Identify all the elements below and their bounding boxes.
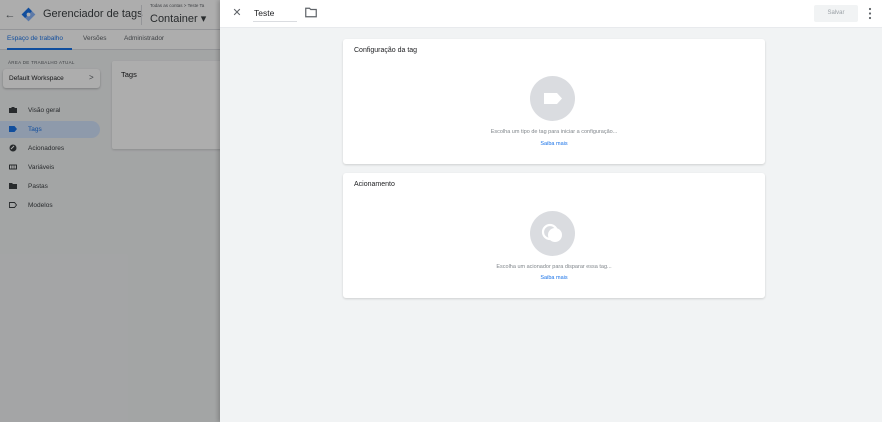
more-vert-icon[interactable] [867,7,873,20]
tag-configuration-learn-more-link[interactable]: Saiba mais [343,141,765,147]
save-button-label: Salvar [827,10,845,16]
trigger-icon [541,223,562,242]
modal-scrim[interactable] [0,0,220,422]
triggering-title: Acionamento [354,181,395,188]
choose-tag-type-placeholder[interactable] [530,76,575,121]
choose-trigger-placeholder[interactable] [530,211,575,256]
tag-configuration-title: Configuração da tag [354,47,418,54]
triggering-learn-more-link[interactable]: Saiba mais [343,275,765,281]
tag-icon [544,93,562,104]
folder-icon[interactable] [305,7,317,18]
triggering-hint: Escolha um acionador para disparar essa … [496,264,612,270]
triggering-card[interactable]: Acionamento Escolha um acionador para di… [343,173,765,298]
tag-name-value: Teste [254,8,275,18]
close-icon[interactable]: ✕ [230,6,244,20]
tag-name-input[interactable]: Teste [253,5,297,22]
save-button[interactable]: Salvar [814,5,858,22]
tag-editor-panel: ✕ Teste Salvar Configuração da tag Escol… [220,0,882,422]
tag-editor-header: ✕ Teste Salvar [220,0,882,28]
tag-configuration-card[interactable]: Configuração da tag Escolha um tipo de t… [343,39,765,164]
tag-configuration-hint: Escolha um tipo de tag para iniciar a co… [490,129,618,135]
